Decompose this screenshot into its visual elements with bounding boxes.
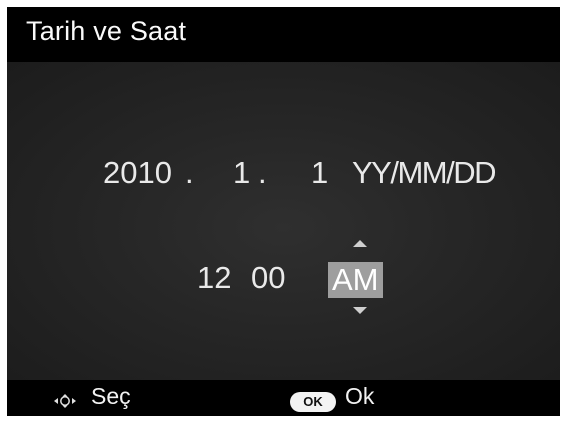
- dpad-icon: [54, 394, 76, 408]
- date-format-field[interactable]: YY/MM/DD: [352, 155, 497, 191]
- ok-button-icon[interactable]: OK: [290, 392, 336, 412]
- month-field[interactable]: 1: [233, 155, 250, 191]
- date-time-panel: 2010 . 1 . 1 YY/MM/DD 12 00 AM: [7, 62, 560, 380]
- year-field[interactable]: 2010: [103, 155, 172, 191]
- day-field[interactable]: 1: [311, 155, 328, 191]
- time-separator: [235, 258, 241, 294]
- ok-hint-label: Ok: [345, 383, 375, 409]
- date-separator: .: [258, 155, 267, 190]
- page-title: Tarih ve Saat: [26, 16, 187, 46]
- chevron-up-icon[interactable]: [353, 240, 367, 247]
- camera-screen: Tarih ve Saat 2010 . 1 . 1 YY/MM/DD 12 0…: [7, 7, 560, 416]
- select-hint-label: Seç: [91, 383, 131, 409]
- chevron-down-icon[interactable]: [353, 307, 367, 314]
- hour-field[interactable]: 12: [197, 260, 231, 296]
- button-guide-bar: Seç OK Ok: [7, 380, 560, 416]
- time-row: 12 00 AM: [197, 260, 417, 300]
- date-row: 2010 . 1 . 1 YY/MM/DD: [103, 155, 523, 195]
- ampm-field-selected[interactable]: AM: [328, 262, 383, 298]
- title-bar: Tarih ve Saat: [7, 7, 560, 62]
- date-separator: .: [185, 155, 194, 190]
- minute-field[interactable]: 00: [251, 260, 285, 296]
